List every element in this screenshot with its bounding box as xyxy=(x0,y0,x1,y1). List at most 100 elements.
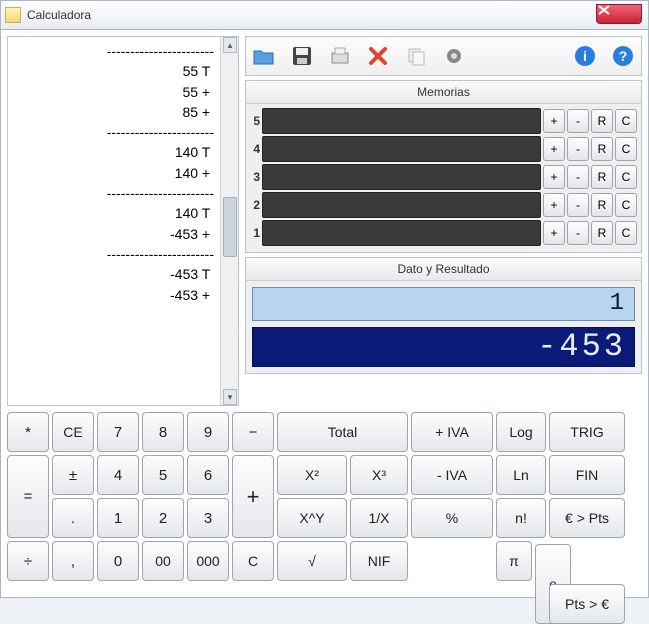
key-pi[interactable]: π xyxy=(496,541,532,581)
key-4[interactable]: 4 xyxy=(97,455,139,495)
tape-icon[interactable] xyxy=(328,44,352,68)
key-divide[interactable]: ÷ xyxy=(7,541,49,581)
key-pts-eur[interactable]: Pts > € xyxy=(549,584,625,624)
scroll-up-arrow[interactable]: ▴ xyxy=(223,37,237,53)
key-log[interactable]: Log xyxy=(496,412,546,452)
key-7[interactable]: 7 xyxy=(97,412,139,452)
copy-icon[interactable] xyxy=(404,44,428,68)
key-plus-iva[interactable]: + IVA xyxy=(411,412,493,452)
memory-row: 1+-RC xyxy=(250,220,637,246)
key-5[interactable]: 5 xyxy=(142,455,184,495)
memory-recall-button[interactable]: R xyxy=(591,109,613,133)
tape-scrollbar[interactable]: ▴ ▾ xyxy=(220,37,238,405)
key-sqrt[interactable]: √ xyxy=(277,541,347,581)
memory-sub-button[interactable]: - xyxy=(567,137,589,161)
key-total[interactable]: Total xyxy=(277,412,408,452)
close-button[interactable] xyxy=(596,4,642,24)
memory-index: 4 xyxy=(250,142,260,156)
memory-clear-button[interactable]: C xyxy=(615,109,637,133)
key-plusminus[interactable]: ± xyxy=(52,455,94,495)
info-icon[interactable]: i xyxy=(573,44,597,68)
key-1x[interactable]: 1/X xyxy=(350,498,408,538)
tape-line: 140 T xyxy=(14,142,214,162)
memory-recall-button[interactable]: R xyxy=(591,193,613,217)
key-x2[interactable]: X² xyxy=(277,455,347,495)
key-00[interactable]: 00 xyxy=(142,541,184,581)
key-equals[interactable]: = xyxy=(7,455,49,538)
tape-line: 55 T xyxy=(14,61,214,81)
key-pct[interactable]: % xyxy=(411,498,493,538)
delete-icon[interactable] xyxy=(366,44,390,68)
memory-header: Memorias xyxy=(246,81,641,104)
scroll-down-arrow[interactable]: ▾ xyxy=(223,389,237,405)
window-title: Calculadora xyxy=(27,8,91,22)
tape-line: 140 + xyxy=(14,163,214,183)
tape-line: 55 + xyxy=(14,82,214,102)
tape-line: 140 T xyxy=(14,203,214,223)
memory-add-button[interactable]: + xyxy=(543,193,565,217)
tape-line: ----------------------- xyxy=(14,122,214,142)
key-x3[interactable]: X³ xyxy=(350,455,408,495)
scroll-thumb[interactable] xyxy=(223,197,237,257)
memory-display xyxy=(262,220,541,246)
memory-clear-button[interactable]: C xyxy=(615,165,637,189)
gear-icon[interactable] xyxy=(442,44,466,68)
memory-index: 2 xyxy=(250,198,260,212)
memory-sub-button[interactable]: - xyxy=(567,221,589,245)
key-nif[interactable]: NIF xyxy=(350,541,408,581)
memory-add-button[interactable]: + xyxy=(543,109,565,133)
tape-line: ----------------------- xyxy=(14,244,214,264)
memory-add-button[interactable]: + xyxy=(543,221,565,245)
key-ln[interactable]: Ln xyxy=(496,455,546,495)
memory-recall-button[interactable]: R xyxy=(591,165,613,189)
memory-recall-button[interactable]: R xyxy=(591,137,613,161)
key-6[interactable]: 6 xyxy=(187,455,229,495)
tape-line: -453 + xyxy=(14,224,214,244)
close-icon xyxy=(597,5,611,15)
tape-panel: ----------------------- 55 T 55 + 85 + -… xyxy=(7,36,239,406)
memory-sub-button[interactable]: - xyxy=(567,109,589,133)
memory-index: 3 xyxy=(250,170,260,184)
key-9[interactable]: 9 xyxy=(187,412,229,452)
memory-clear-button[interactable]: C xyxy=(615,221,637,245)
open-icon[interactable] xyxy=(252,44,276,68)
memory-clear-button[interactable]: C xyxy=(615,137,637,161)
key-c[interactable]: C xyxy=(232,541,274,581)
window-body: ----------------------- 55 T 55 + 85 + -… xyxy=(0,30,649,598)
key-eur-pts[interactable]: € > Pts xyxy=(549,498,625,538)
key-star[interactable]: * xyxy=(7,412,49,452)
key-ce[interactable]: CE xyxy=(52,412,94,452)
data-result-header: Dato y Resultado xyxy=(246,258,641,281)
memory-display xyxy=(262,136,541,162)
memory-clear-button[interactable]: C xyxy=(615,193,637,217)
tape-line: ----------------------- xyxy=(14,183,214,203)
key-dot[interactable]: . xyxy=(52,498,94,538)
help-icon[interactable]: ? xyxy=(611,44,635,68)
key-minus-iva[interactable]: - IVA xyxy=(411,455,493,495)
save-icon[interactable] xyxy=(290,44,314,68)
input-display: 1 xyxy=(252,287,635,321)
memory-display xyxy=(262,108,541,134)
key-8[interactable]: 8 xyxy=(142,412,184,452)
key-trig[interactable]: TRIG xyxy=(549,412,625,452)
key-xy[interactable]: X^Y xyxy=(277,498,347,538)
key-000[interactable]: 000 xyxy=(187,541,229,581)
key-3[interactable]: 3 xyxy=(187,498,229,538)
key-comma[interactable]: , xyxy=(52,541,94,581)
memory-sub-button[interactable]: - xyxy=(567,165,589,189)
key-plus[interactable]: + xyxy=(232,455,274,538)
key-1[interactable]: 1 xyxy=(97,498,139,538)
key-fin[interactable]: FIN xyxy=(549,455,625,495)
memory-add-button[interactable]: + xyxy=(543,137,565,161)
memory-recall-button[interactable]: R xyxy=(591,221,613,245)
data-result-section: Dato y Resultado 1 -453 xyxy=(245,257,642,374)
tape-output: ----------------------- 55 T 55 + 85 + -… xyxy=(8,37,220,405)
tape-line: 85 + xyxy=(14,102,214,122)
key-nfact[interactable]: n! xyxy=(496,498,546,538)
key-0[interactable]: 0 xyxy=(97,541,139,581)
tape-line: -453 + xyxy=(14,285,214,305)
key-2[interactable]: 2 xyxy=(142,498,184,538)
memory-sub-button[interactable]: - xyxy=(567,193,589,217)
key-minus[interactable]: − xyxy=(232,412,274,452)
memory-add-button[interactable]: + xyxy=(543,165,565,189)
